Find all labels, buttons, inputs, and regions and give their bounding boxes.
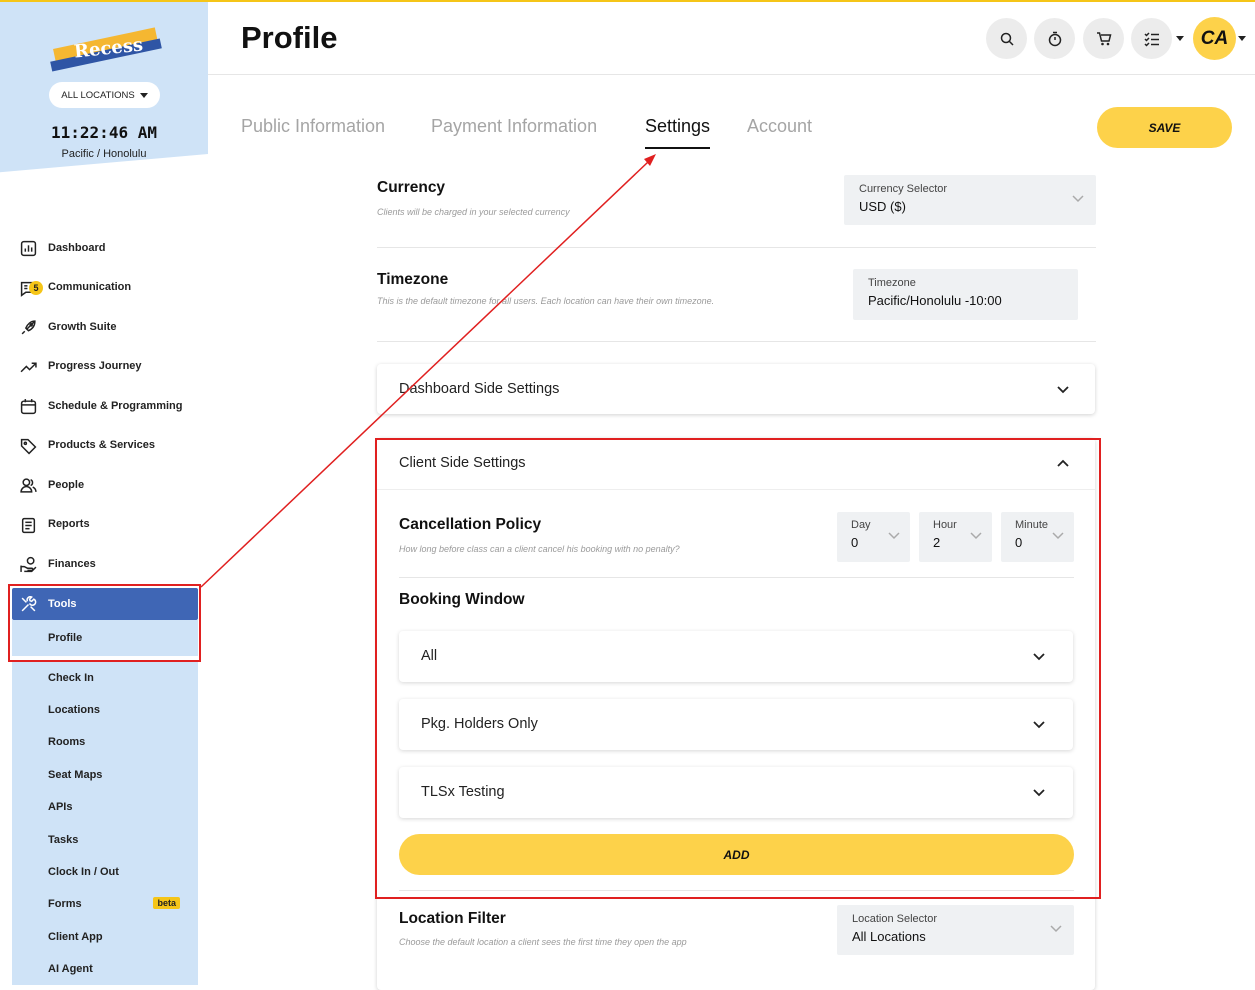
- people-icon: [20, 478, 37, 493]
- cart-icon: [1096, 31, 1111, 45]
- sidebar-item-communication[interactable]: 5 Communication: [12, 268, 198, 308]
- subnav-item-label: Forms: [48, 898, 82, 911]
- accordion-title: Dashboard Side Settings: [399, 381, 560, 397]
- page-title: Profile: [241, 20, 338, 55]
- sidebar-item-people[interactable]: People: [12, 465, 198, 505]
- save-button[interactable]: SAVE: [1097, 107, 1232, 148]
- timezone-title: Timezone: [377, 271, 449, 288]
- stopwatch-icon: [1048, 31, 1061, 46]
- chevron-down-icon: [1072, 195, 1084, 203]
- cart-button[interactable]: [1083, 18, 1124, 59]
- avatar[interactable]: CA: [1193, 17, 1236, 60]
- report-icon: [21, 517, 36, 533]
- chart-icon: [20, 240, 37, 257]
- sidebar-item-reports[interactable]: Reports: [12, 505, 198, 545]
- location-select-value: All Locations: [852, 929, 926, 944]
- tab-settings-label: Settings: [645, 116, 711, 136]
- header: Profile CA: [208, 2, 1255, 75]
- sidebar-item-label: Dashboard: [48, 241, 106, 254]
- subnav-item-locations[interactable]: Locations: [12, 694, 198, 726]
- sidebar: Recess ALL LOCATIONS 11:22:46 AM Pacific…: [0, 2, 208, 990]
- checklist-icon: [1143, 31, 1159, 47]
- subnav-item-tasks[interactable]: Tasks: [12, 823, 198, 855]
- timezone-select-label: Timezone: [868, 277, 916, 289]
- recess-logo[interactable]: Recess: [50, 27, 164, 74]
- divider: [377, 341, 1096, 342]
- divider: [377, 247, 1096, 248]
- annotation-box-tools-profile: [8, 584, 201, 662]
- subnav-item-client-app[interactable]: Client App: [12, 921, 198, 953]
- tab-payment-information[interactable]: Payment Information: [431, 116, 597, 137]
- chevron-down-icon: [1057, 386, 1069, 394]
- dashboard-side-settings-accordion[interactable]: Dashboard Side Settings: [377, 364, 1095, 414]
- tab-settings[interactable]: Settings: [645, 116, 711, 149]
- currency-title: Currency: [377, 179, 446, 196]
- sidebar-item-label: Products & Services: [48, 439, 155, 452]
- currency-description: Clients will be charged in your selected…: [377, 207, 570, 217]
- all-locations-button[interactable]: ALL LOCATIONS: [49, 82, 160, 108]
- subnav-item-rooms[interactable]: Rooms: [12, 726, 198, 758]
- clock: 11:22:46 AM: [51, 123, 157, 142]
- location-select[interactable]: Location Selector All Locations: [837, 905, 1074, 955]
- currency-select[interactable]: Currency Selector USD ($): [844, 175, 1096, 225]
- timezone-description: This is the default timezone for all use…: [377, 296, 715, 306]
- tag-icon: [20, 438, 37, 454]
- sidebar-item-label: Growth Suite: [48, 320, 117, 333]
- search-icon: [1000, 32, 1014, 46]
- location-filter-title: Location Filter: [399, 910, 506, 927]
- tab-public-information[interactable]: Public Information: [241, 116, 385, 137]
- subnav-item-seat-maps[interactable]: Seat Maps: [12, 759, 198, 791]
- subnav-item-apis[interactable]: APIs: [12, 791, 198, 823]
- logo-text: Recess: [73, 34, 145, 63]
- subnav-item-ai-agent[interactable]: AI Agent: [12, 953, 198, 985]
- sidebar-item-label: Progress Journey: [48, 360, 142, 373]
- sidebar-item-label: Finances: [48, 557, 96, 570]
- subnav-item-check-in[interactable]: Check In: [12, 662, 198, 694]
- chevron-down-icon: [1050, 925, 1062, 933]
- location-select-label: Location Selector: [852, 913, 937, 925]
- avatar-caret-icon[interactable]: [1238, 36, 1246, 41]
- timer-button[interactable]: [1034, 18, 1075, 59]
- sidebar-item-label: People: [48, 478, 85, 491]
- currency-select-value: USD ($): [859, 199, 906, 214]
- finances-icon: [20, 556, 37, 573]
- search-button[interactable]: [986, 18, 1027, 59]
- sidebar-item-finances[interactable]: Finances: [12, 544, 198, 584]
- sidebar-item-progress-journey[interactable]: Progress Journey: [12, 347, 198, 387]
- active-tab-underline: [645, 147, 711, 149]
- sidebar-item-dashboard[interactable]: Dashboard: [12, 228, 198, 268]
- subnav-item-forms[interactable]: Forms beta: [12, 888, 198, 920]
- sidebar-item-label: Communication: [48, 281, 132, 294]
- all-locations-label: ALL LOCATIONS: [61, 89, 135, 101]
- location-filter-description: Choose the default location a client see…: [399, 937, 687, 947]
- beta-badge: beta: [153, 897, 180, 910]
- tab-account[interactable]: Account: [747, 116, 812, 137]
- calendar-icon: [20, 399, 37, 415]
- annotation-box-client-side-settings: [375, 438, 1101, 899]
- subnav-item-clock-in-out[interactable]: Clock In / Out: [12, 856, 198, 888]
- notification-badge: 5: [29, 280, 43, 295]
- sidebar-item-products[interactable]: Products & Services: [12, 426, 198, 466]
- trend-icon: [20, 362, 37, 372]
- sidebar-item-growth-suite[interactable]: Growth Suite: [12, 307, 198, 347]
- tasks-caret-icon[interactable]: [1176, 36, 1184, 41]
- timezone-select-value: Pacific/Honolulu -10:00: [868, 293, 1002, 308]
- sidebar-item-schedule[interactable]: Schedule & Programming: [12, 386, 198, 426]
- currency-select-label: Currency Selector: [859, 183, 948, 195]
- timezone-select[interactable]: Timezone Pacific/Honolulu -10:00: [853, 269, 1078, 320]
- rocket-icon: [21, 320, 36, 335]
- sidebar-header: Recess ALL LOCATIONS 11:22:46 AM Pacific…: [0, 2, 208, 210]
- sidebar-item-label: Schedule & Programming: [48, 399, 183, 412]
- sidebar-item-label: Reports: [48, 518, 90, 531]
- caret-down-icon: [139, 92, 148, 98]
- tasks-button[interactable]: [1131, 18, 1172, 59]
- tools-subnav: Profile Check In Locations Rooms Seat Ma…: [12, 619, 198, 986]
